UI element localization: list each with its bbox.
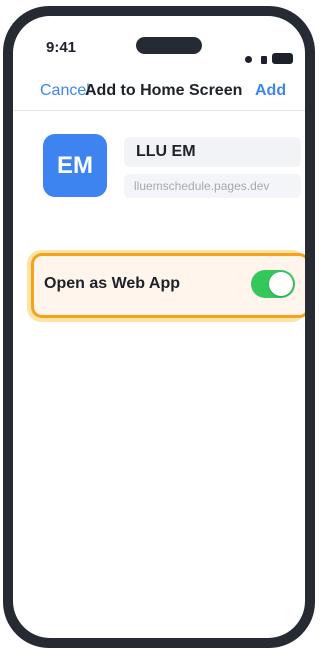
toggle-knob [269,272,293,296]
web-app-option-label: Open as Web App [44,275,181,292]
app-url-text: lluemschedule.pages.dev [124,174,301,198]
camera-dot-icon [245,56,252,63]
cancel-button[interactable]: Cancel [40,82,90,100]
web-app-toggle[interactable] [251,270,295,298]
signal-icon [261,56,267,64]
phone-screen: 9:41 Cancel Add to Home Screen Add EM LL… [13,16,305,638]
dynamic-island [136,37,202,54]
web-app-option-row: Open as Web App [31,253,305,318]
status-time: 9:41 [46,39,77,56]
phone-frame: 9:41 Cancel Add to Home Screen Add EM LL… [3,6,315,648]
app-name-field[interactable]: LLU EM [124,137,301,167]
page-title: Add to Home Screen [85,82,243,99]
nav-bar: Cancel Add to Home Screen Add [13,76,305,111]
add-button[interactable]: Add [255,82,286,100]
battery-icon [272,53,293,64]
app-icon: EM [43,134,107,197]
